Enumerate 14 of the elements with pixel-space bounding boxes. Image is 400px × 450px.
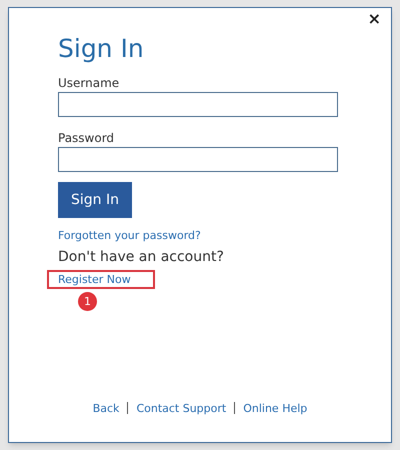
field-label: Password — [58, 131, 114, 145]
step-badge: 1 — [78, 292, 97, 311]
forgot-password-link[interactable]: Forgotten your password? — [58, 230, 201, 241]
dialog-title: Sign In — [58, 34, 144, 64]
sign-in-button[interactable]: Sign In — [58, 182, 132, 218]
input-field[interactable] — [58, 147, 338, 172]
input-field[interactable] — [58, 92, 338, 117]
footer-link[interactable]: Contact Support — [136, 402, 226, 414]
close-button[interactable]: × — [368, 11, 381, 27]
register-link[interactable]: Register Now — [58, 274, 131, 285]
field-label: Username — [58, 76, 120, 90]
footer-link[interactable]: Back — [92, 402, 120, 414]
register-prompt: Don't have an account? — [58, 249, 224, 265]
footer-link[interactable]: Online Help — [243, 402, 308, 414]
